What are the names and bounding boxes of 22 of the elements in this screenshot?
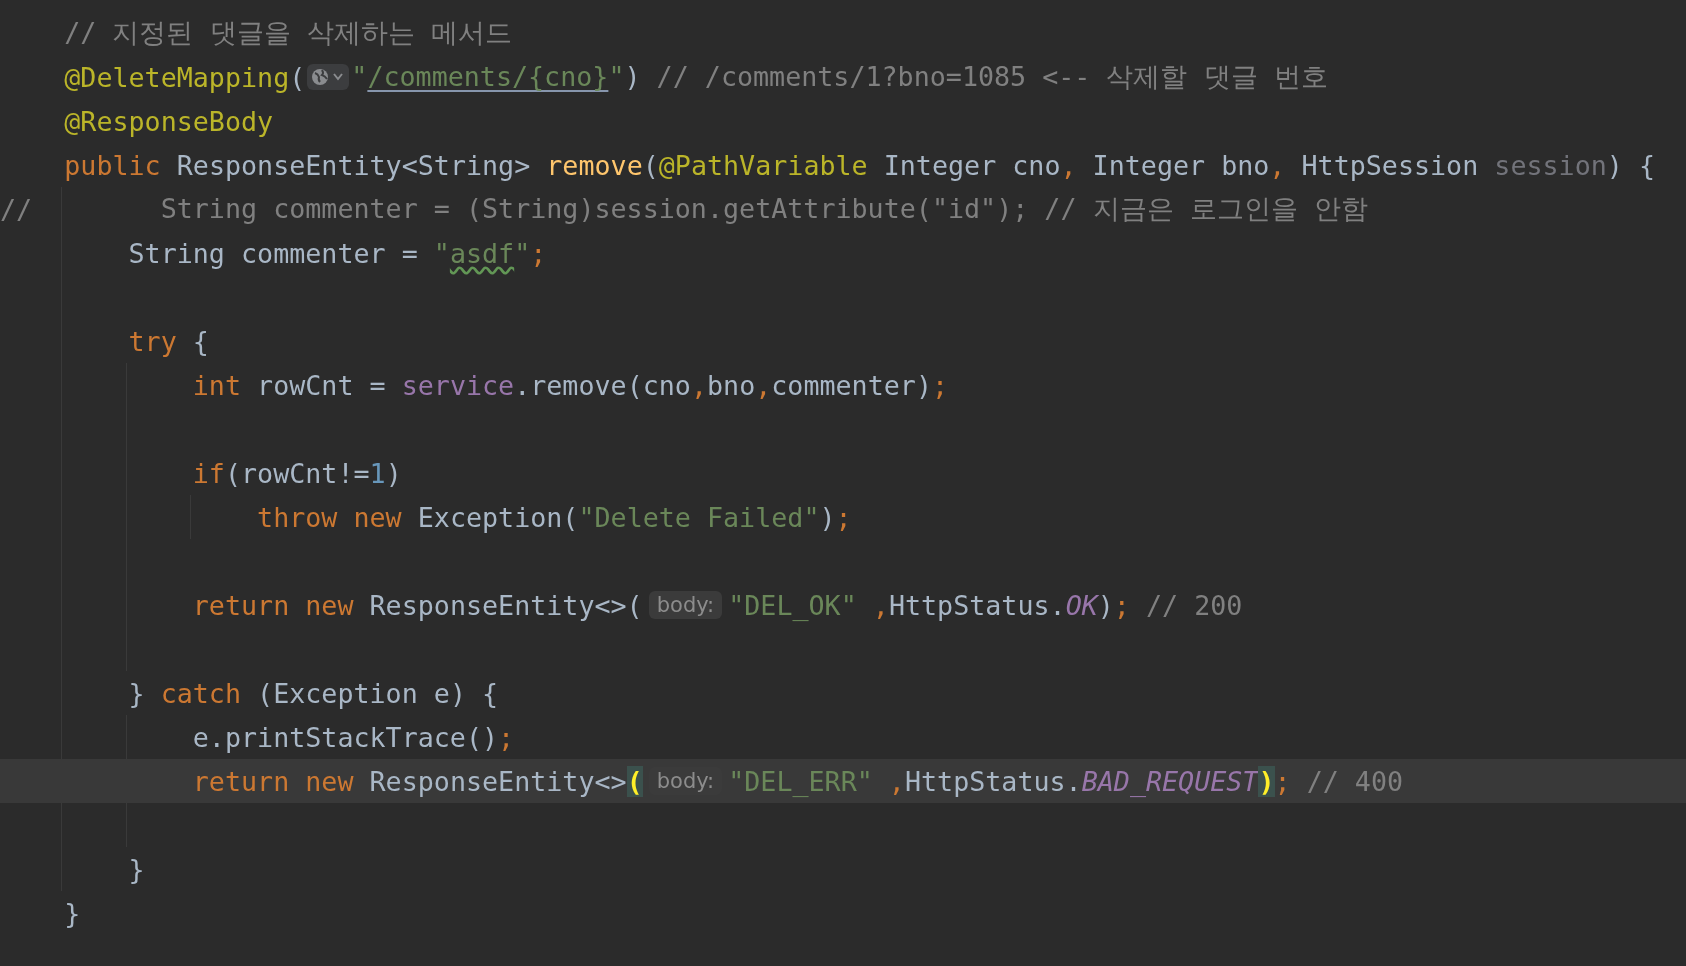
code-text: @ResponseBody xyxy=(64,105,274,137)
code-text: "DEL_ERR" ,HttpStatus.BAD_REQUEST); // 400 xyxy=(728,765,1404,797)
code-text: String commenter = (String)session.getAttribute("id"); // 지금은 로그인을 안함 xyxy=(160,192,1368,226)
code-text: public ResponseEntity<String> remove(@PathVariable Integer cno, Integer bno, HttpSession session) { xyxy=(64,149,1655,181)
code-text: int rowCnt = service.remove(cno,bno,commenter); xyxy=(192,369,949,401)
code-text: return new ResponseEntity<>( xyxy=(192,589,643,621)
code-text: if(rowCnt!=1) xyxy=(192,457,402,489)
code-text: } xyxy=(128,853,145,885)
code-text: // 지정된 댓글을 삭제하는 메서드 xyxy=(64,16,512,50)
code-text: try { xyxy=(128,325,209,357)
code-text: } catch (Exception e) { xyxy=(128,677,499,709)
code-text: "/comments/{cno}") // /comments/1?bno=1085 <-- 삭제할 댓글 번호 xyxy=(351,60,1328,94)
parameter-hint: body: xyxy=(648,591,723,619)
code-text: String commenter = "asdf"; xyxy=(128,237,547,269)
comment-marker: // xyxy=(0,193,33,225)
code-text: } xyxy=(64,897,81,929)
globe-dropdown-icon[interactable] xyxy=(307,64,350,90)
code-text: throw new Exception("Delete Failed"); xyxy=(257,501,852,533)
code-text: e.printStackTrace(); xyxy=(192,721,515,753)
code-text: return new ResponseEntity<>( xyxy=(192,765,643,797)
code-text: "DEL_OK" ,HttpStatus.OK); // 200 xyxy=(728,589,1243,621)
code-text: @DeleteMapping( xyxy=(64,61,306,93)
